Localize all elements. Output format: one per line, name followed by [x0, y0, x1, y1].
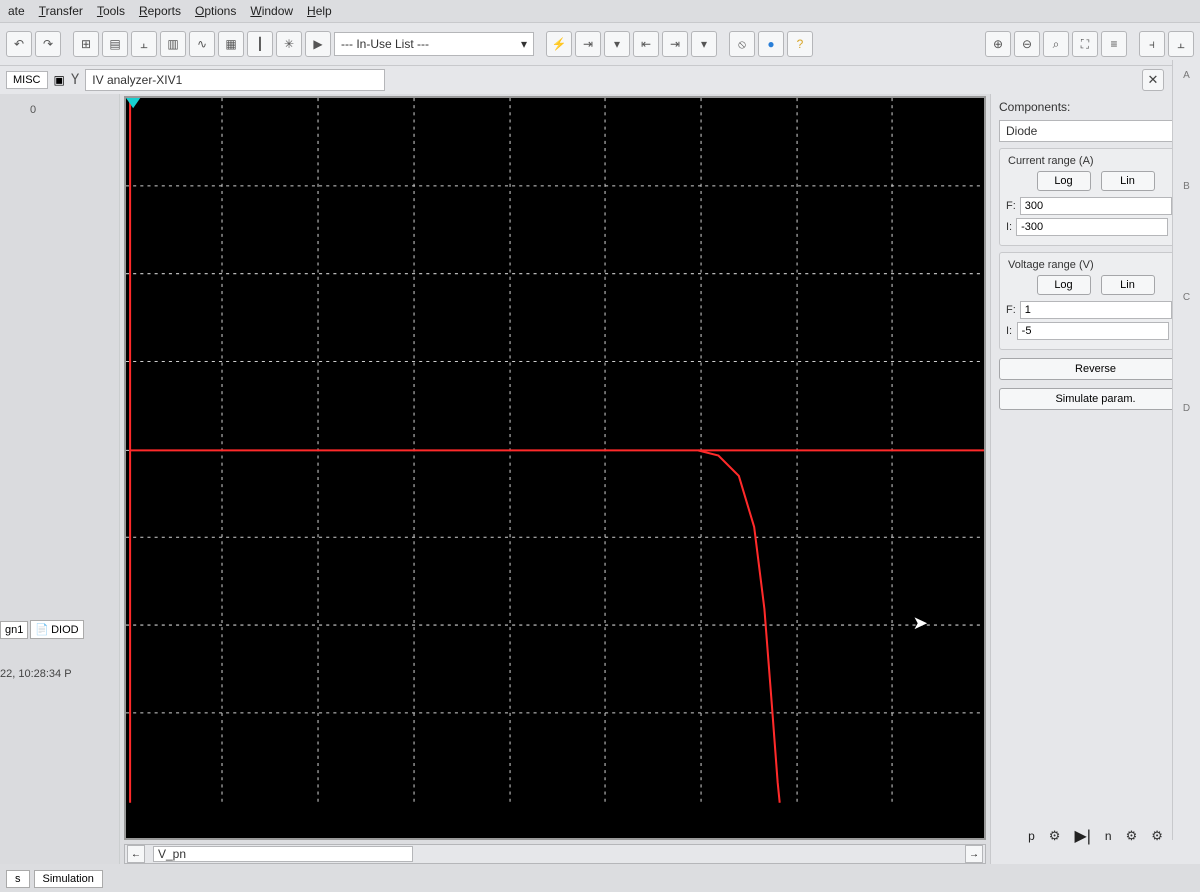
current-range-group: Current range (A) Log Lin F: mA I: mA [999, 148, 1192, 246]
edge-a: A [1183, 70, 1190, 81]
dropdown2-icon[interactable]: ▾ [691, 31, 717, 57]
simulate-param-button[interactable]: Simulate param. [999, 388, 1192, 410]
zoom-region-icon[interactable]: ⌕ [1043, 31, 1069, 57]
star-icon[interactable]: ✳ [276, 31, 302, 57]
menu-help[interactable]: Help [307, 4, 332, 18]
file-icon: 📄 [35, 623, 49, 636]
slider2-icon[interactable]: ⫠ [1168, 31, 1194, 57]
voltage-i-input[interactable] [1017, 322, 1169, 340]
edge-c: C [1183, 292, 1190, 303]
gear2-icon[interactable]: ⚙ [1126, 828, 1138, 844]
edge-d: D [1183, 403, 1190, 414]
current-f-label: F: [1006, 200, 1016, 212]
components-dropdown[interactable]: Diode ▾ [999, 120, 1192, 142]
current-range-title: Current range (A) [1006, 155, 1185, 167]
menu-tools[interactable]: Tools [97, 4, 125, 18]
voltage-f-input[interactable] [1020, 301, 1172, 319]
menu-transfer[interactable]: Transfer [39, 4, 83, 18]
workspace: 0 gn1 📄 DIOD 22, 10:28:34 P [0, 94, 1200, 864]
plot-svg: ➤ [126, 98, 984, 803]
menu-window[interactable]: Window [250, 4, 293, 18]
step-icon[interactable]: ⇥ [575, 31, 601, 57]
tab-s[interactable]: s [6, 870, 30, 888]
zoom-fit-icon[interactable]: ⛶ [1072, 31, 1098, 57]
sub-toolbar: MISC ▣ Y IV analyzer-XIV1 ✕ [0, 66, 1200, 94]
y-axis-zero: 0 [30, 104, 36, 116]
back-step-icon[interactable]: ⇤ [633, 31, 659, 57]
menu-options[interactable]: Options [195, 4, 236, 18]
help-icon[interactable]: ? [787, 31, 813, 57]
gear-icon[interactable]: ⚙ [1049, 828, 1061, 844]
components-label: Components: [999, 100, 1192, 114]
x-axis-bar: ← V_pn → [124, 844, 986, 864]
in-use-dropdown[interactable]: --- In-Use List --- ▾ [334, 32, 534, 56]
pin-p-label: p [1028, 829, 1035, 843]
scroll-right-button[interactable]: → [965, 845, 983, 863]
current-i-input[interactable] [1016, 218, 1168, 236]
zoom-out-icon[interactable]: ⊖ [1014, 31, 1040, 57]
menu-reports[interactable]: Reports [139, 4, 181, 18]
current-i-label: I: [1006, 221, 1012, 233]
instrument-title: IV analyzer-XIV1 [85, 69, 385, 91]
voltage-i-label: I: [1006, 325, 1013, 337]
diode-symbol-icon: ▶| [1074, 826, 1090, 846]
gear3-icon[interactable]: ⚙ [1151, 828, 1163, 844]
current-log-button[interactable]: Log [1037, 171, 1091, 191]
left-column: 0 gn1 📄 DIOD 22, 10:28:34 P [0, 94, 120, 864]
close-button[interactable]: ✕ [1142, 69, 1164, 91]
wave-icon[interactable]: ∿ [189, 31, 215, 57]
fwd-step-icon[interactable]: ⇥ [662, 31, 688, 57]
redo-icon[interactable]: ↷ [35, 31, 61, 57]
voltage-range-title: Voltage range (V) [1006, 259, 1185, 271]
chip-icon: ▣ [54, 73, 65, 87]
edge-b: B [1183, 181, 1190, 192]
stop-icon[interactable]: ⦸ [729, 31, 755, 57]
table-icon[interactable]: ▦ [218, 31, 244, 57]
undo-icon[interactable]: ↶ [6, 31, 32, 57]
grid-icon[interactable]: ⊞ [73, 31, 99, 57]
run-icon[interactable]: ▶ [305, 31, 331, 57]
current-f-input[interactable] [1020, 197, 1172, 215]
tab-simulation[interactable]: Simulation [34, 870, 103, 888]
slider1-icon[interactable]: ⫞ [1139, 31, 1165, 57]
misc-tab[interactable]: MISC [6, 71, 48, 89]
tab-gn1[interactable]: gn1 [0, 621, 28, 639]
timestamp-label: 22, 10:28:34 P [0, 668, 72, 680]
voltage-log-button[interactable]: Log [1037, 275, 1091, 295]
main-toolbar: ↶ ↷ ⊞ ▤ ⫠ ▥ ∿ ▦ ┃ ✳ ▶ --- In-Use List --… [0, 22, 1200, 66]
in-use-label: --- In-Use List --- [341, 37, 429, 51]
menu-bar: ate Transfer Tools Reports Options Windo… [0, 0, 1200, 22]
check-icon[interactable]: ⚡ [546, 31, 572, 57]
right-edge-strip: A B C D [1172, 60, 1200, 840]
panel-icon[interactable]: ▥ [160, 31, 186, 57]
x-variable-field[interactable]: V_pn [153, 846, 413, 862]
chevron-down-icon: ▾ [521, 37, 527, 51]
component-diagram: p ⚙ ▶| n ⚙ ⚙ [999, 826, 1192, 858]
iv-plot[interactable]: ➤ [124, 96, 986, 840]
voltage-lin-button[interactable]: Lin [1101, 275, 1155, 295]
dropdown-icon[interactable]: ▾ [604, 31, 630, 57]
plot-column: ➤ ← V_pn → [120, 94, 990, 864]
grid2-icon[interactable]: ▤ [102, 31, 128, 57]
reverse-button[interactable]: Reverse [999, 358, 1192, 380]
adjust-icon[interactable]: ⫠ [131, 31, 157, 57]
menu-ate[interactable]: ate [8, 4, 25, 18]
dot-icon[interactable]: ● [758, 31, 784, 57]
list-icon[interactable]: ≡ [1101, 31, 1127, 57]
fork-icon: Y [71, 72, 79, 88]
zoom-in-icon[interactable]: ⊕ [985, 31, 1011, 57]
svg-text:➤: ➤ [912, 612, 927, 633]
voltage-f-label: F: [1006, 304, 1016, 316]
control-panel: Components: Diode ▾ Current range (A) Lo… [990, 94, 1200, 864]
current-lin-button[interactable]: Lin [1101, 171, 1155, 191]
scroll-left-button[interactable]: ← [127, 845, 145, 863]
ruler-icon[interactable]: ┃ [247, 31, 273, 57]
tab-diode[interactable]: 📄 DIOD [30, 620, 83, 639]
pin-n-label: n [1105, 829, 1112, 843]
voltage-range-group: Voltage range (V) Log Lin F: V I: V [999, 252, 1192, 350]
bottom-bar: s Simulation [0, 866, 109, 892]
